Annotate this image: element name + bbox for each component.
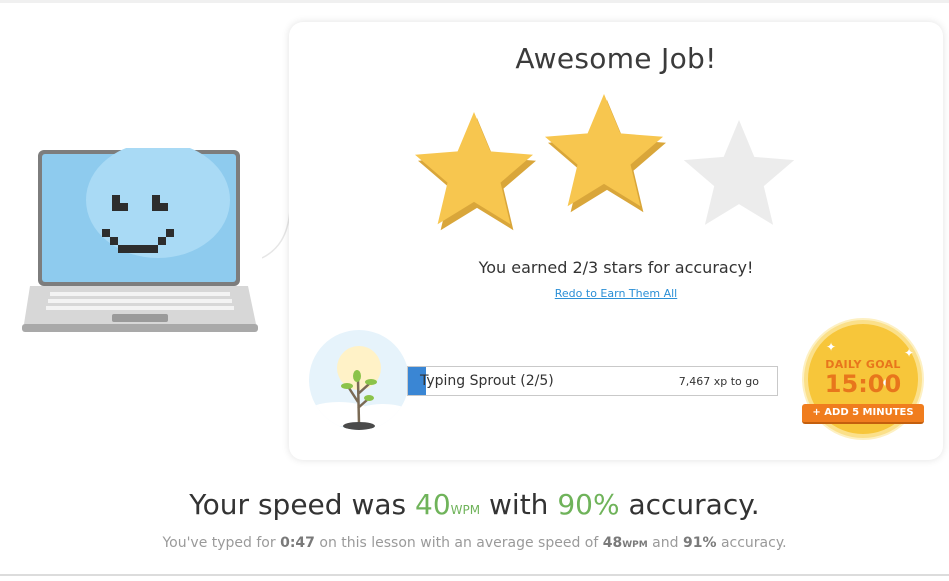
level-progress-bar: Typing Sprout (2/5) 7,467 xp to go [407, 366, 778, 396]
avg-accuracy: 91% [682, 535, 717, 551]
star-filled-icon [415, 112, 536, 231]
sprout-icon [309, 346, 409, 430]
sub-prefix: You've typed for [162, 535, 276, 551]
lesson-stats: You've typed for 0:47 on this lesson wit… [0, 535, 949, 551]
sub-suffix: accuracy. [720, 535, 787, 551]
sub-and: and [652, 535, 679, 551]
speed-unit: WPM [450, 503, 481, 517]
star-filled-icon [545, 94, 666, 213]
stars-rating [415, 94, 795, 231]
lesson-time: 0:47 [280, 535, 315, 551]
accuracy-value: 90% [557, 488, 620, 521]
laptop-mascot-icon [22, 148, 258, 332]
speed-prefix: Your speed was [189, 488, 407, 521]
level-label: Typing Sprout (2/5) [420, 373, 554, 389]
daily-goal-badge: ✦ ✦ ✦ DAILY GOAL 15:00 + ADD 5 MINUTES [800, 320, 930, 440]
star-empty-icon [683, 120, 795, 225]
add-5-minutes-button[interactable]: + ADD 5 MINUTES [802, 404, 924, 424]
xp-to-go: 7,467 xp to go [678, 375, 759, 388]
speed-mid: with [489, 488, 549, 521]
sparkle-icon: ✦ [826, 340, 837, 354]
bottom-divider [0, 574, 949, 576]
speed-summary: Your speed was 40WPM with 90% accuracy. [0, 488, 949, 521]
speed-suffix: accuracy. [628, 488, 760, 521]
avg-speed-unit: WPM [622, 540, 648, 550]
speed-value: 40 [415, 488, 451, 521]
result-title: Awesome Job! [515, 42, 717, 75]
top-divider [0, 0, 949, 3]
sub-mid: on this lesson with an average speed of [319, 535, 599, 551]
sprout-badge [309, 330, 409, 430]
stars-earned-text: You earned 2/3 stars for accuracy! [478, 258, 754, 277]
avg-speed: 48 [602, 535, 623, 551]
daily-goal-time: 15:00 [824, 370, 902, 398]
redo-link[interactable]: Redo to Earn Them All [289, 287, 943, 300]
